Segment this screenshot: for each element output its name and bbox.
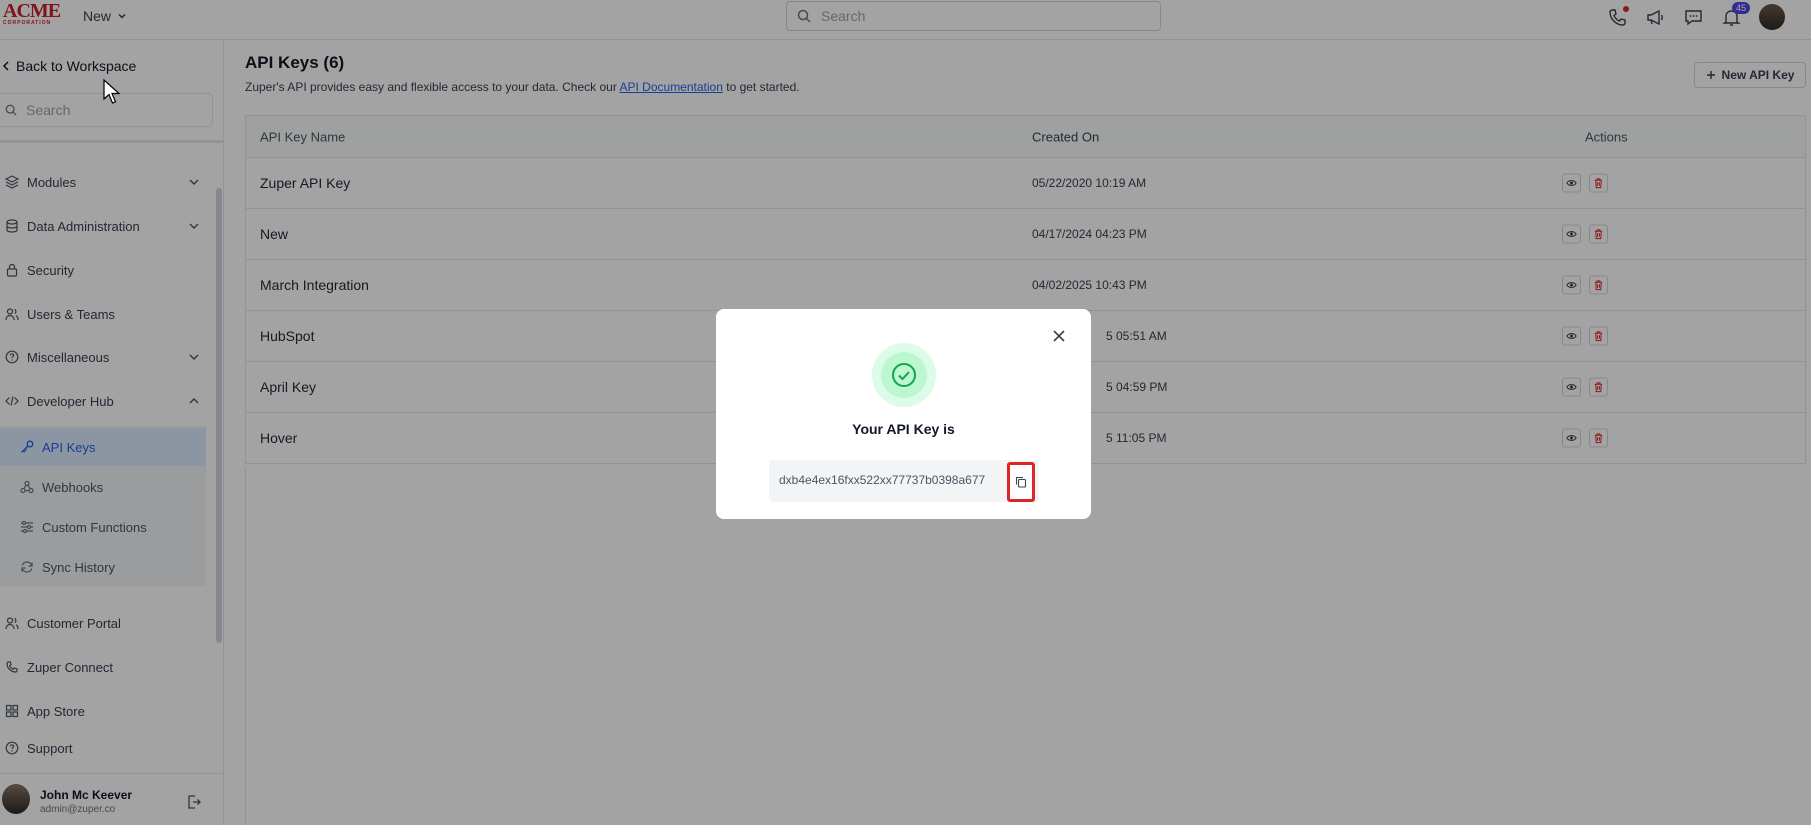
close-icon[interactable] bbox=[1052, 329, 1066, 343]
modal-title: Your API Key is bbox=[852, 421, 955, 437]
api-key-modal: Your API Key is dxb4e4ex16fxx522xx77737b… bbox=[716, 309, 1091, 519]
success-badge bbox=[872, 343, 936, 407]
copy-button[interactable] bbox=[1007, 462, 1035, 502]
success-badge-inner bbox=[881, 352, 927, 398]
api-key-value[interactable]: dxb4e4ex16fxx522xx77737b0398a677 bbox=[779, 473, 985, 487]
copy-icon bbox=[1015, 476, 1027, 488]
api-key-display: dxb4e4ex16fxx522xx77737b0398a677 bbox=[769, 460, 1039, 502]
mouse-cursor-icon bbox=[103, 79, 121, 104]
check-circle-icon bbox=[892, 363, 916, 387]
